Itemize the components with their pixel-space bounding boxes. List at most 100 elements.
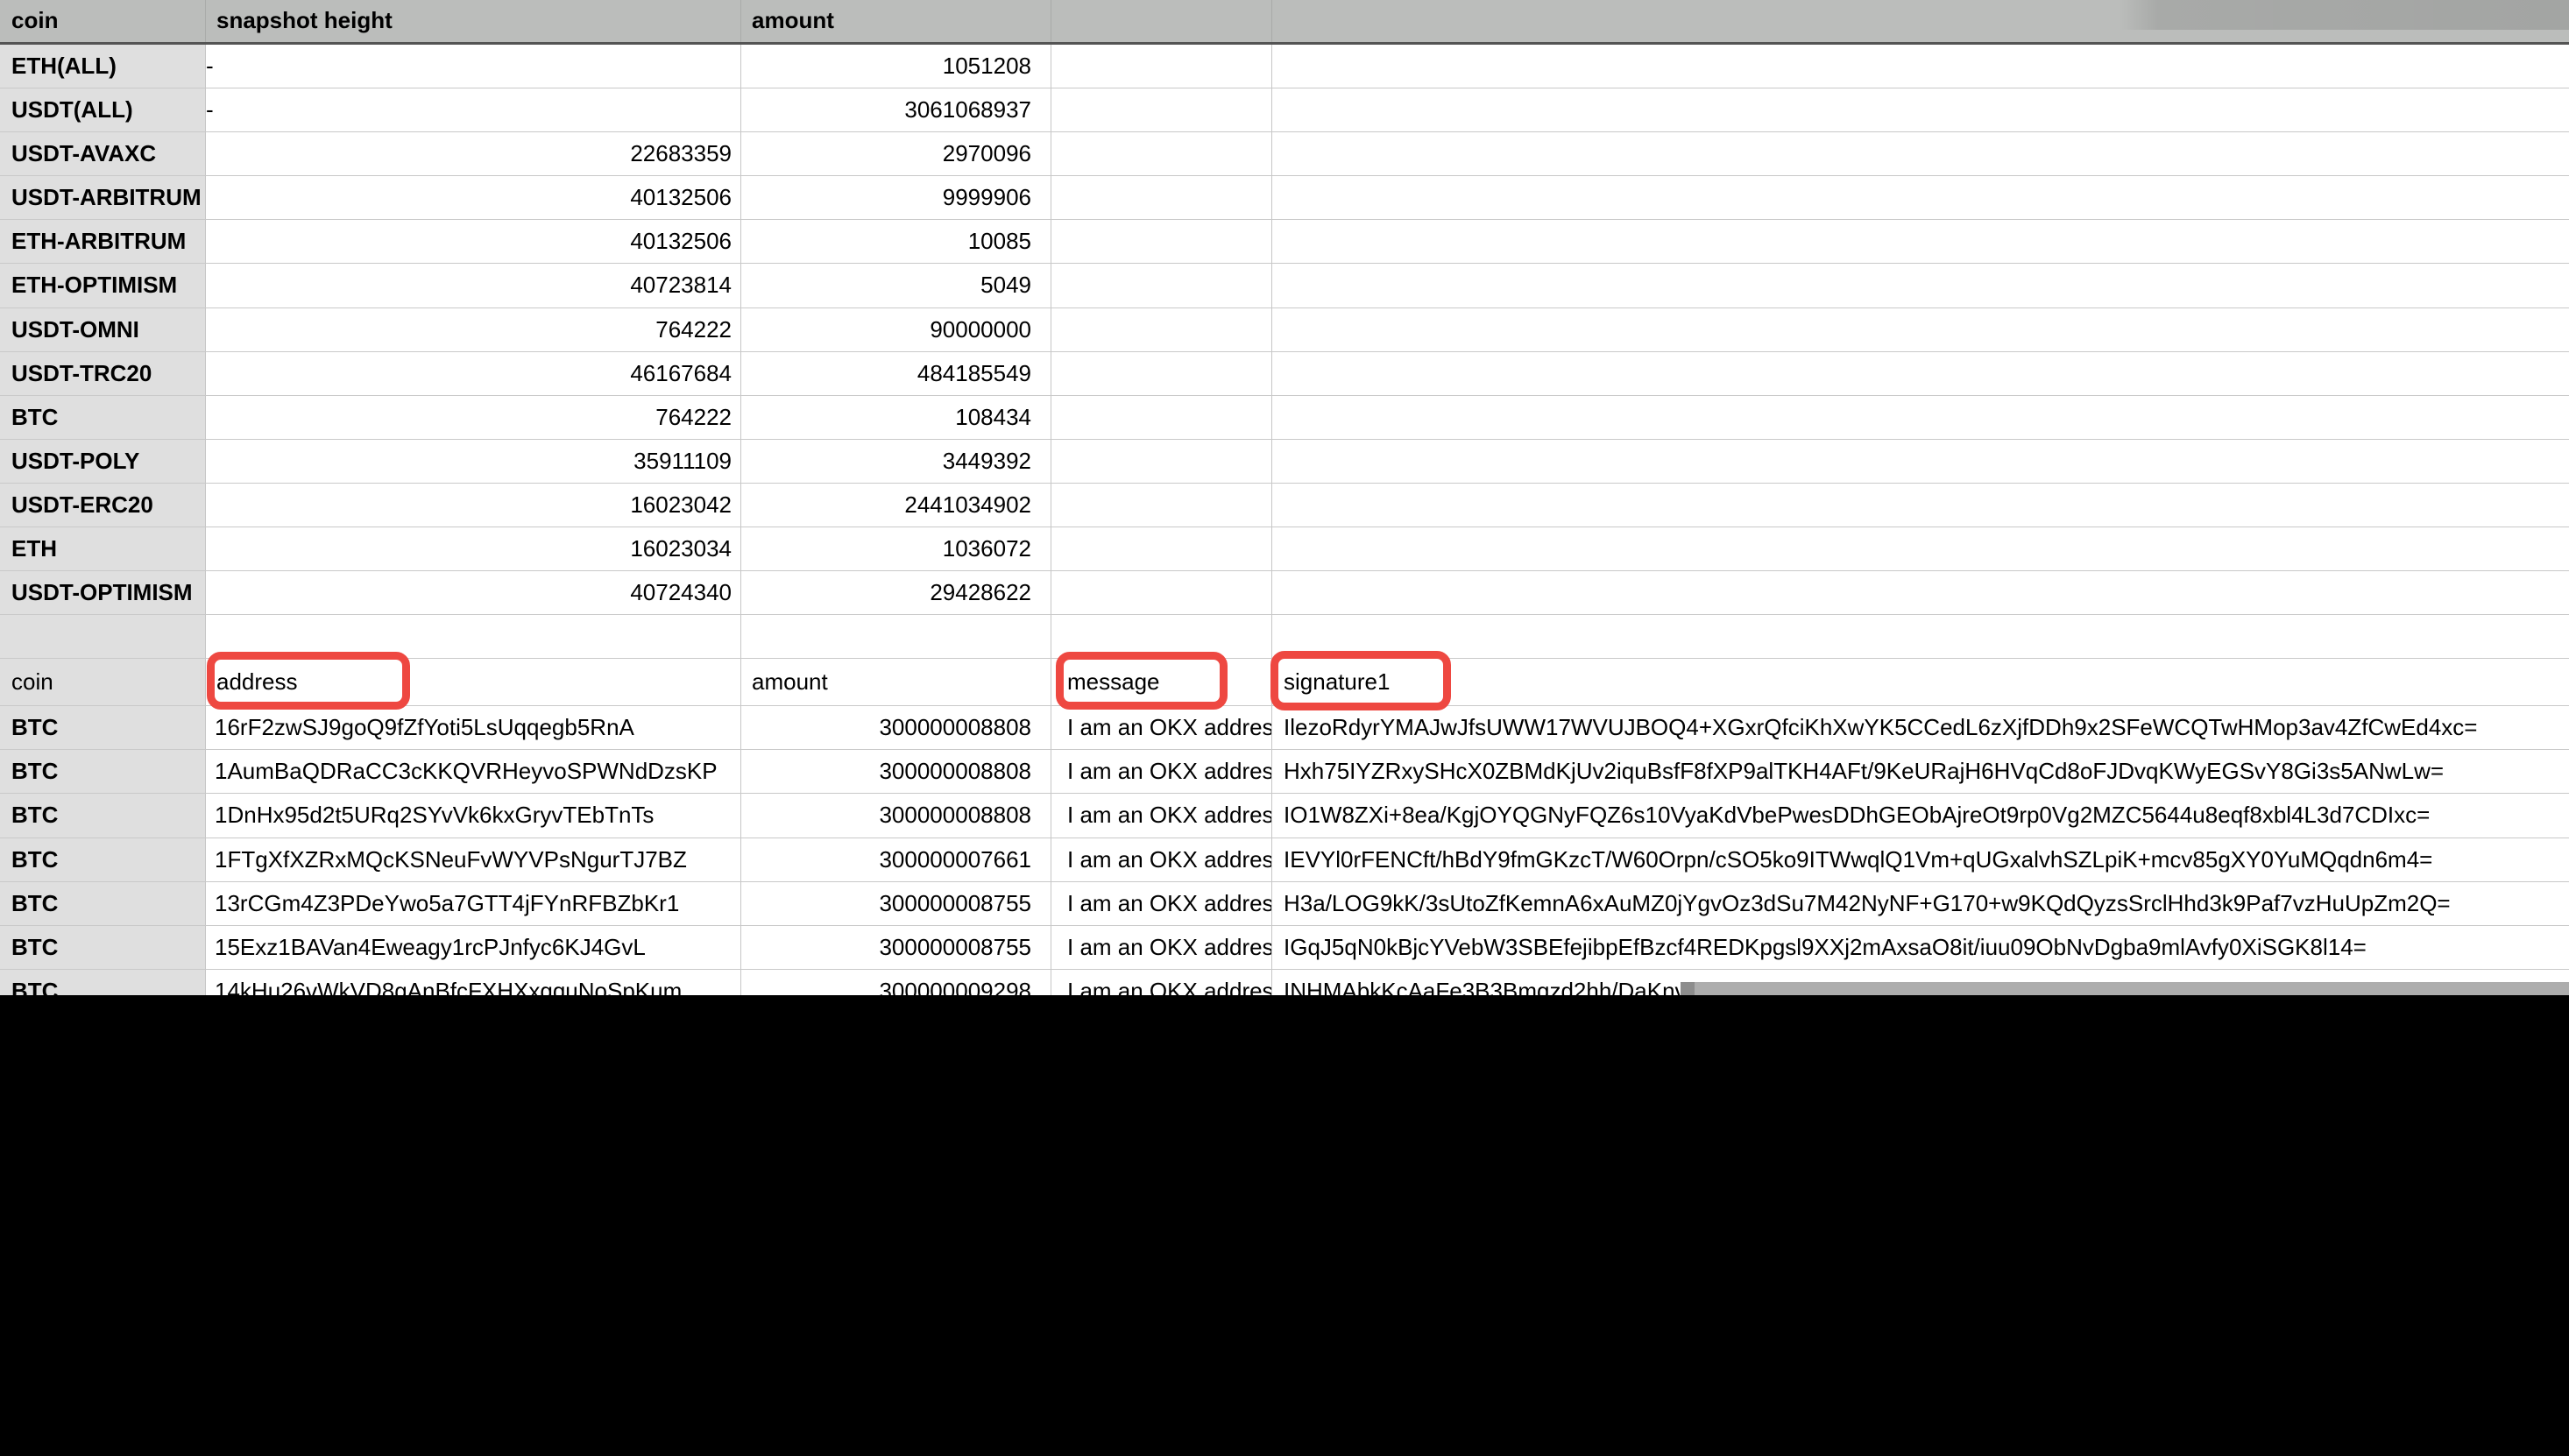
amount-cell[interactable]: 3061068937 [741,88,1051,131]
address-cell[interactable]: 1FTgXfXZRxMQcKSNeuFvWYVPsNgurTJ7BZ [206,838,741,881]
empty-cell[interactable] [1272,220,2569,263]
empty-cell[interactable] [1272,264,2569,307]
empty-cell[interactable] [1051,527,1272,570]
empty-cell[interactable] [1272,615,2569,658]
amount-cell[interactable]: 300000008808 [741,794,1051,837]
message-cell[interactable]: I am an OKX address [1051,794,1272,837]
amount-cell[interactable]: 1051208 [741,45,1051,88]
address-cell[interactable]: 13rCGm4Z3PDeYwo5a7GTT4jFYnRFBZbKr1 [206,882,741,925]
amount-cell[interactable]: 300000009298 [741,970,1051,995]
empty-row-label-cell[interactable] [0,615,206,658]
coin-cell[interactable]: BTC [0,396,206,439]
snapshot-height-cell[interactable]: 16023034 [206,527,741,570]
empty-cell[interactable] [1051,396,1272,439]
amount-cell[interactable]: 3449392 [741,440,1051,483]
empty-cell[interactable] [1051,264,1272,307]
empty-cell[interactable] [1051,88,1272,131]
snapshot-height-cell[interactable]: 22683359 [206,132,741,175]
table2-header-coin[interactable]: coin [0,659,206,705]
amount-cell[interactable]: 5049 [741,264,1051,307]
table2-header-amount[interactable]: amount [741,659,1051,705]
signature-cell[interactable]: IO1W8ZXi+8ea/KgjOYQGNyFQZ6s10VyaKdVbePwe… [1272,794,2569,837]
address-cell[interactable]: 1AumBaQDRaCC3cKKQVRHeyvoSPWNdDzsKP [206,750,741,793]
table1-header-coin[interactable]: coin [0,0,206,42]
coin-cell[interactable]: BTC [0,794,206,837]
empty-cell[interactable] [1272,132,2569,175]
empty-cell[interactable] [1272,45,2569,88]
empty-cell[interactable] [1272,571,2569,614]
snapshot-height-cell[interactable]: 16023042 [206,484,741,527]
amount-cell[interactable]: 484185549 [741,352,1051,395]
coin-cell[interactable]: USDT-TRC20 [0,352,206,395]
table1-header-empty-d[interactable] [1051,0,1272,42]
empty-cell[interactable] [1051,440,1272,483]
empty-cell[interactable] [1051,571,1272,614]
amount-cell[interactable]: 9999906 [741,176,1051,219]
table2-header-signature1[interactable]: signature1 [1272,659,2569,705]
message-cell[interactable]: I am an OKX address [1051,970,1272,995]
amount-cell[interactable]: 1036072 [741,527,1051,570]
amount-cell[interactable]: 300000008755 [741,926,1051,969]
coin-cell[interactable]: USDT-ARBITRUM [0,176,206,219]
coin-cell[interactable]: BTC [0,882,206,925]
message-cell[interactable]: I am an OKX address [1051,706,1272,749]
empty-cell[interactable] [1051,352,1272,395]
coin-cell[interactable]: BTC [0,838,206,881]
empty-cell[interactable] [1272,352,2569,395]
amount-cell[interactable]: 108434 [741,396,1051,439]
empty-cell[interactable] [1051,220,1272,263]
snapshot-height-cell[interactable]: 40723814 [206,264,741,307]
message-cell[interactable]: I am an OKX address [1051,926,1272,969]
empty-cell[interactable] [1272,440,2569,483]
coin-cell[interactable]: USDT-POLY [0,440,206,483]
coin-cell[interactable]: ETH [0,527,206,570]
coin-cell[interactable]: BTC [0,970,206,995]
message-cell[interactable]: I am an OKX address [1051,750,1272,793]
empty-cell[interactable] [1051,132,1272,175]
empty-cell[interactable] [1272,484,2569,527]
coin-cell[interactable]: USDT-AVAXC [0,132,206,175]
amount-cell[interactable]: 300000008808 [741,750,1051,793]
table1-header-snapshot-height[interactable]: snapshot height [206,0,741,42]
amount-cell[interactable]: 10085 [741,220,1051,263]
address-cell[interactable]: 1DnHx95d2t5URq2SYvVk6kxGryvTEbTnTs [206,794,741,837]
signature-cell[interactable]: IGqJ5qN0kBjcYVebW3SBEfejibpEfBzcf4REDKpg… [1272,926,2569,969]
snapshot-height-cell[interactable]: 46167684 [206,352,741,395]
address-cell[interactable]: 16rF2zwSJ9goQ9fZfYoti5LsUqqegb5RnA [206,706,741,749]
empty-cell[interactable] [1051,308,1272,351]
address-cell[interactable]: 15Exz1BAVan4Eweagy1rcPJnfyc6KJ4GvL [206,926,741,969]
table1-header-amount[interactable]: amount [741,0,1051,42]
amount-cell[interactable]: 300000008808 [741,706,1051,749]
coin-cell[interactable]: BTC [0,926,206,969]
amount-cell[interactable]: 2441034902 [741,484,1051,527]
signature-cell[interactable]: IlezoRdyrYMAJwJfsUWW17WVUJBOQ4+XGxrQfciK… [1272,706,2569,749]
address-cell[interactable]: 14kHu26vWkVD8gAnBfcFXHXxgquNoSpKum [206,970,741,995]
message-cell[interactable]: I am an OKX address [1051,882,1272,925]
snapshot-height-cell[interactable]: 40132506 [206,220,741,263]
coin-cell[interactable]: USDT-OMNI [0,308,206,351]
snapshot-height-cell[interactable]: - [206,45,741,88]
empty-cell[interactable] [1051,176,1272,219]
empty-cell[interactable] [1272,176,2569,219]
empty-cell[interactable] [1272,527,2569,570]
coin-cell[interactable]: BTC [0,706,206,749]
coin-cell[interactable]: USDT-OPTIMISM [0,571,206,614]
amount-cell[interactable]: 300000008755 [741,882,1051,925]
empty-cell[interactable] [1272,88,2569,131]
signature-cell[interactable]: Hxh75IYZRxySHcX0ZBMdKjUv2iquBsfF8fXP9alT… [1272,750,2569,793]
empty-cell[interactable] [1272,396,2569,439]
empty-cell[interactable] [1272,308,2569,351]
coin-cell[interactable]: USDT-ERC20 [0,484,206,527]
snapshot-height-cell[interactable]: 35911109 [206,440,741,483]
signature-cell[interactable]: IEVYl0rFENCft/hBdY9fmGKzcT/W60Orpn/cSO5k… [1272,838,2569,881]
snapshot-height-cell[interactable]: 40724340 [206,571,741,614]
amount-cell[interactable]: 90000000 [741,308,1051,351]
coin-cell[interactable]: ETH-ARBITRUM [0,220,206,263]
coin-cell[interactable]: ETH(ALL) [0,45,206,88]
snapshot-height-cell[interactable]: 764222 [206,396,741,439]
amount-cell[interactable]: 2970096 [741,132,1051,175]
snapshot-height-cell[interactable]: 40132506 [206,176,741,219]
coin-cell[interactable]: ETH-OPTIMISM [0,264,206,307]
signature-cell[interactable]: H3a/LOG9kK/3sUtoZfKemnA6xAuMZ0jYgvOz3dSu… [1272,882,2569,925]
empty-cell[interactable] [1051,484,1272,527]
